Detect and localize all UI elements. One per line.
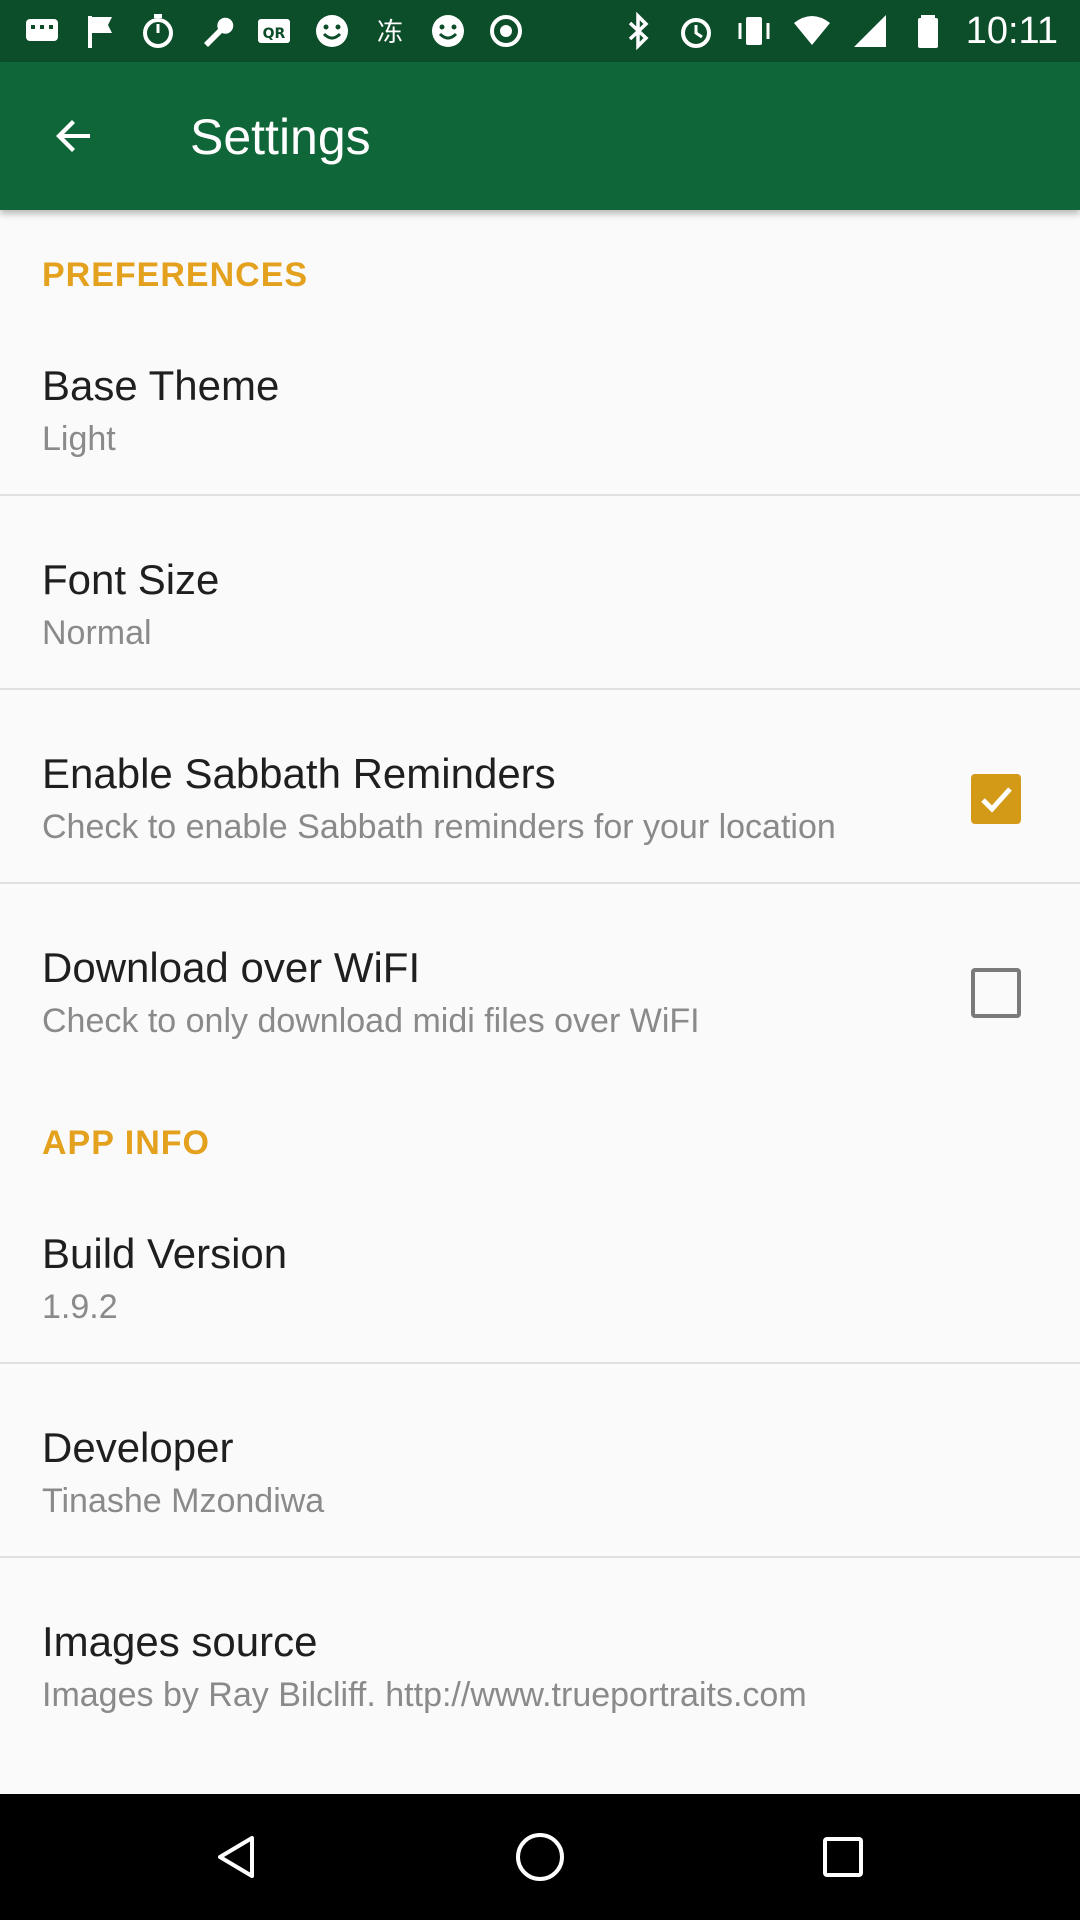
recents-square-icon [823, 1837, 863, 1877]
pref-title: Download over WiFI [42, 944, 421, 991]
bluetooth-icon [628, 11, 649, 51]
settings-list: PREFERENCES Base Theme Light Font Size N… [0, 210, 1080, 1794]
sabbath-reminders-checkbox[interactable] [971, 774, 1021, 824]
divider [0, 688, 1080, 690]
back-button[interactable] [38, 100, 110, 172]
pref-summary: Normal [42, 614, 152, 652]
divider [0, 1556, 1080, 1558]
pref-base-theme[interactable]: Base Theme Light [0, 334, 1080, 494]
divider [0, 882, 1080, 884]
vibrate-icon [738, 17, 770, 45]
pref-summary: Light [42, 420, 116, 458]
wifi-icon [793, 16, 830, 45]
back-triangle-icon [218, 1836, 254, 1878]
pref-summary: Check to enable Sabbath reminders for yo… [42, 808, 836, 846]
record-icon [490, 15, 522, 47]
download-wifi-checkbox[interactable] [971, 968, 1021, 1018]
status-bar: QR 冻 10:11 [0, 0, 1080, 62]
pref-images-source[interactable]: Images source Images by Ray Bilcliff. ht… [0, 1590, 1080, 1750]
pref-developer[interactable]: Developer Tinashe Mzondiwa [0, 1396, 1080, 1556]
chinese-char-icon: 冻 [377, 18, 403, 48]
alarm-icon [680, 18, 711, 48]
section-header-app-info: APP INFO [42, 1124, 210, 1162]
nav-recents-button[interactable] [808, 1822, 878, 1892]
pref-build-version[interactable]: Build Version 1.9.2 [0, 1202, 1080, 1362]
clock: 10:11 [965, 9, 1058, 52]
pref-title: Font Size [42, 556, 220, 603]
pref-summary: Check to only download midi files over W… [42, 1002, 700, 1040]
divider [0, 1362, 1080, 1364]
pref-summary: Tinashe Mzondiwa [42, 1482, 325, 1520]
nav-home-button[interactable] [505, 1822, 575, 1892]
notification-icons: QR 冻 [22, 10, 526, 52]
qr-icon: QR [258, 19, 290, 43]
pref-font-size[interactable]: Font Size Normal [0, 528, 1080, 688]
pref-title: Images source [42, 1618, 318, 1665]
pref-download-over-wifi[interactable]: Download over WiFI Check to only downloa… [0, 916, 1080, 1076]
system-icons: 10:11 [618, 10, 1058, 52]
flag-icon [88, 16, 112, 48]
smiley-icon [316, 15, 348, 47]
nav-back-button[interactable] [202, 1822, 272, 1892]
svg-text:冻: 冻 [377, 18, 403, 48]
signal-icon [853, 15, 886, 47]
divider [0, 494, 1080, 496]
pref-title: Developer [42, 1424, 234, 1471]
pref-title: Enable Sabbath Reminders [42, 750, 556, 797]
svg-text:QR: QR [263, 26, 286, 42]
checkmark-icon [981, 787, 1012, 813]
wrench-icon [204, 17, 234, 47]
timer-icon [143, 14, 173, 48]
page-title: Settings [190, 109, 371, 165]
back-arrow-icon [56, 120, 90, 152]
battery-icon [917, 15, 938, 48]
app-bar: Settings [0, 62, 1080, 210]
pref-enable-sabbath-reminders[interactable]: Enable Sabbath Reminders Check to enable… [0, 722, 1080, 882]
message-icon [26, 19, 58, 41]
smiley-icon [432, 15, 464, 47]
section-header-preferences: PREFERENCES [42, 256, 309, 294]
home-circle-icon [516, 1833, 564, 1881]
pref-summary: 1.9.2 [42, 1288, 118, 1326]
pref-title: Base Theme [42, 362, 280, 409]
pref-summary: Images by Ray Bilcliff. http://www.truep… [42, 1676, 807, 1714]
navigation-bar [0, 1794, 1080, 1920]
pref-title: Build Version [42, 1230, 288, 1277]
